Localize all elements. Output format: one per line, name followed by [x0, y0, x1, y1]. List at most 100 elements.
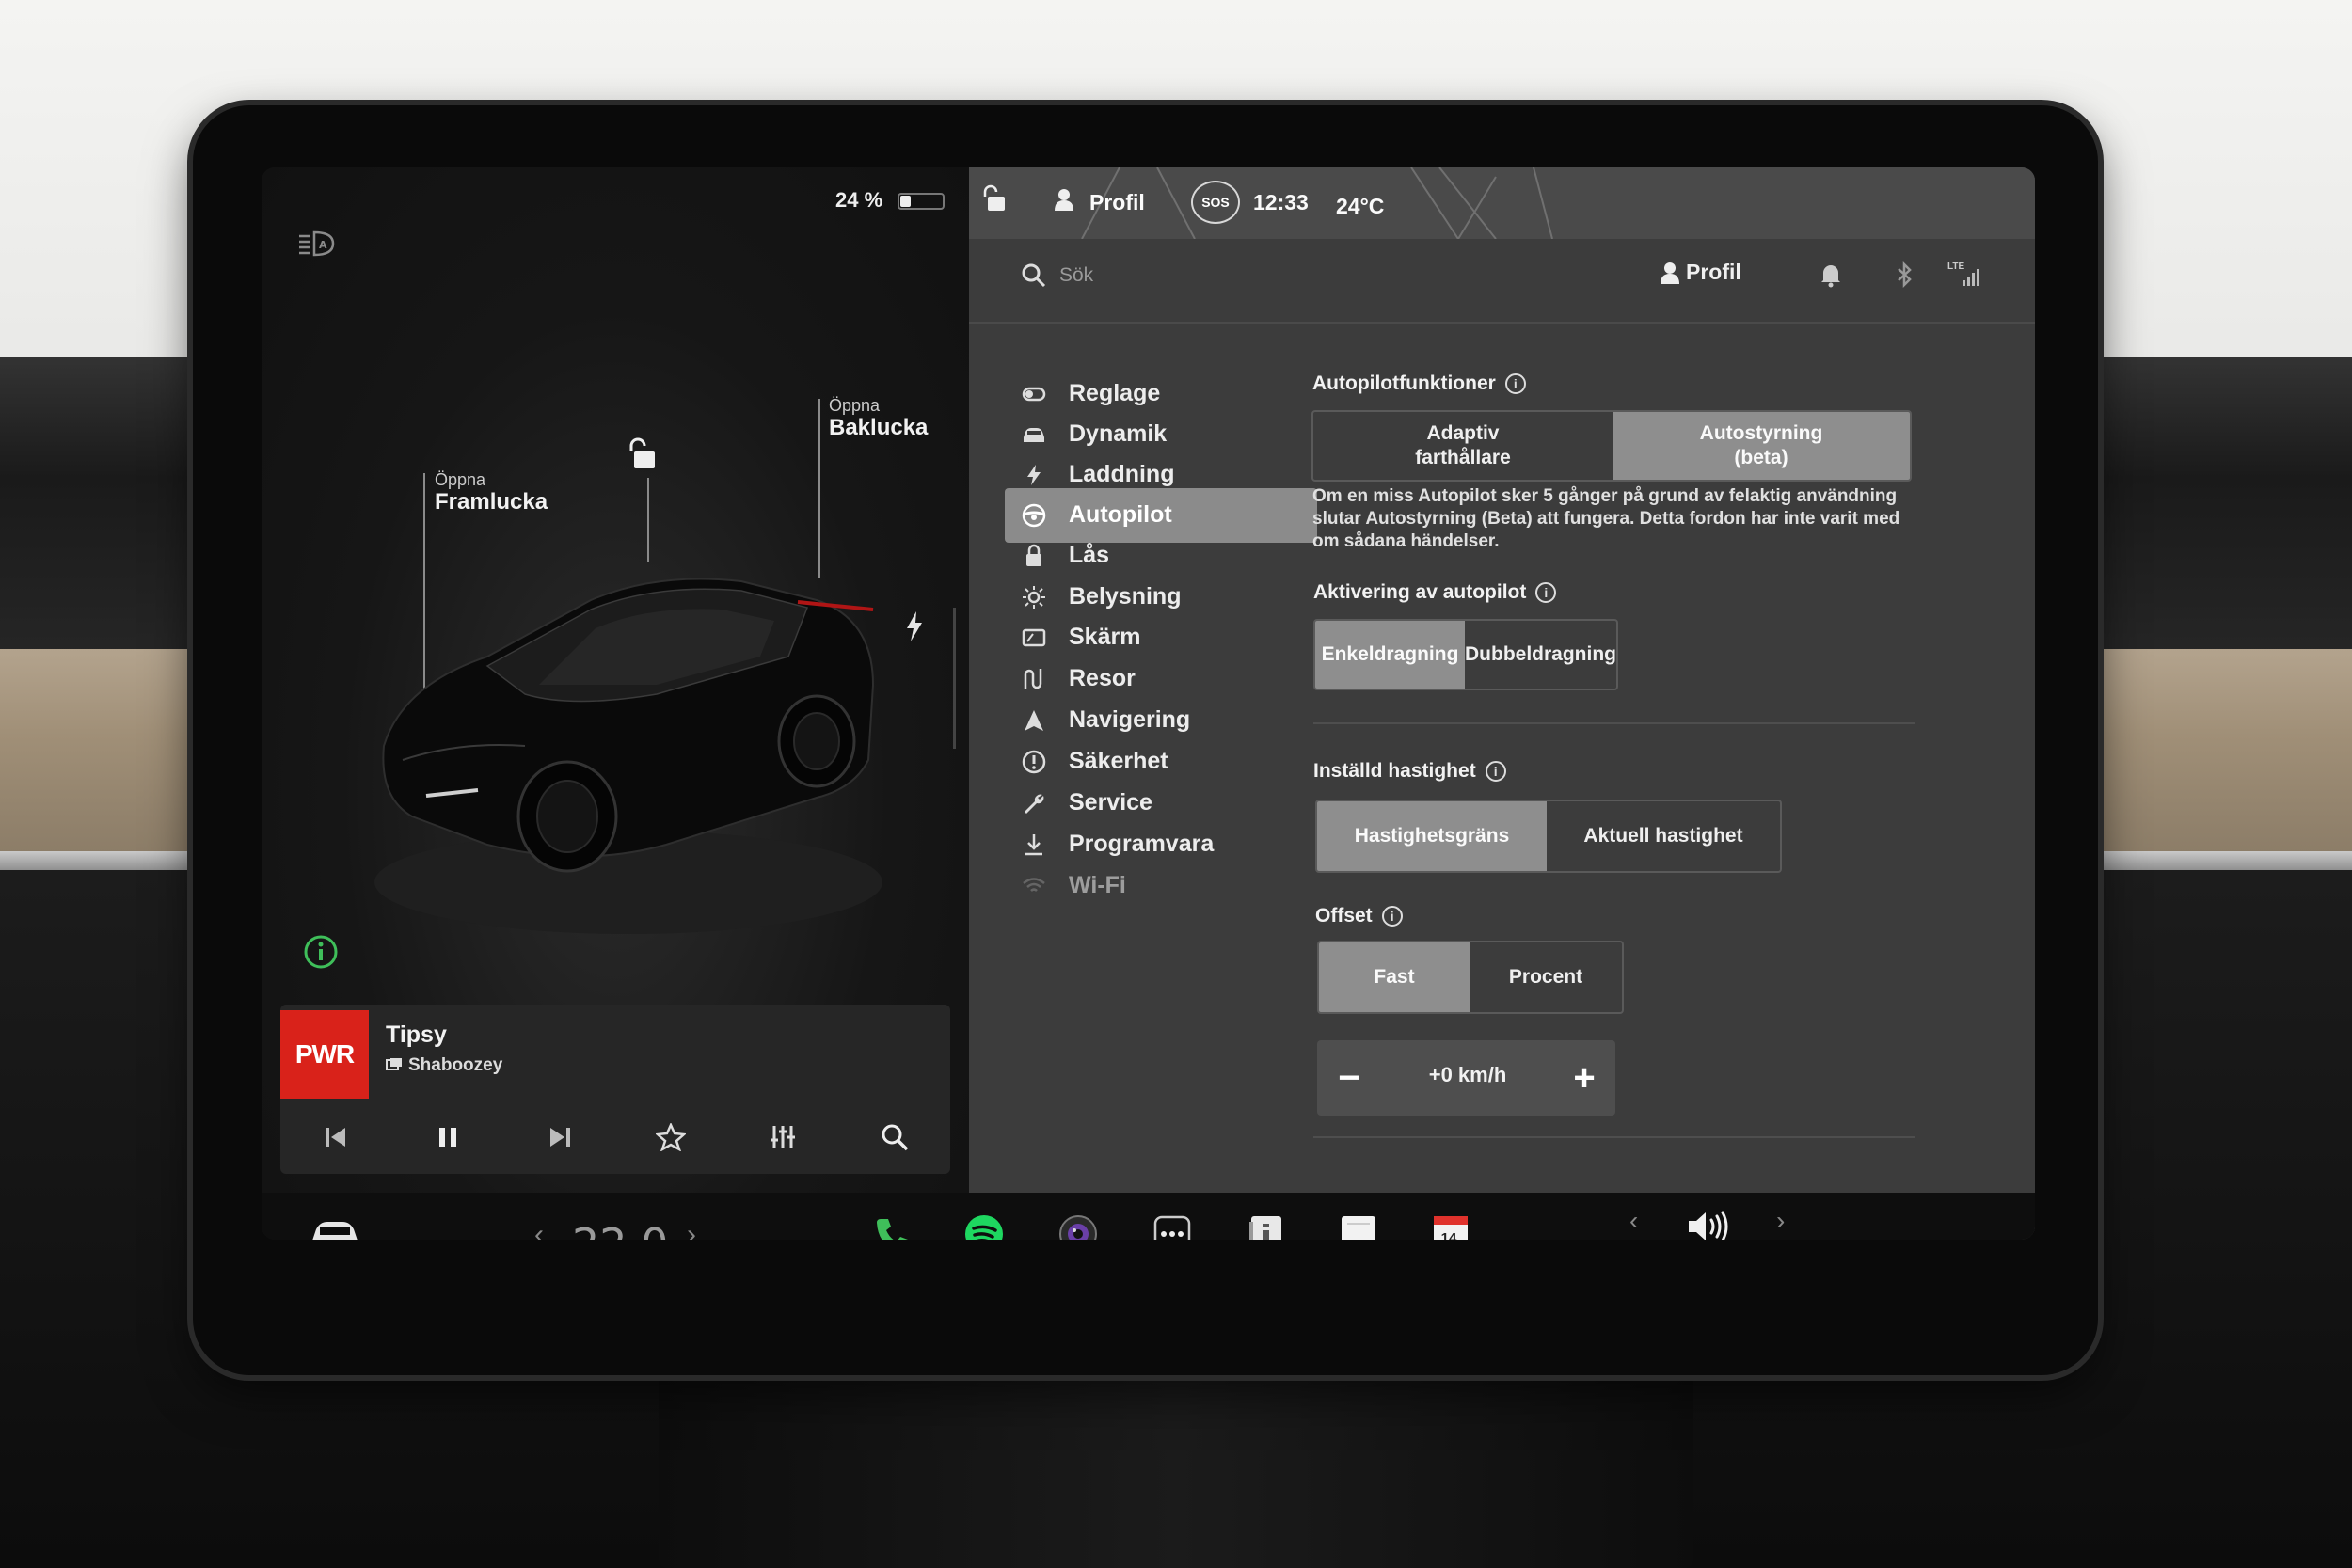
features-info-icon[interactable]: i: [1504, 373, 1526, 395]
search-input[interactable]: [1059, 258, 1530, 293]
spotify-icon[interactable]: [963, 1213, 1005, 1240]
volume-up-chevron[interactable]: ›: [1776, 1206, 1785, 1236]
menu-item-label: Lås: [1069, 542, 1110, 568]
speed-limit-option[interactable]: Hastighetsgräns: [1317, 801, 1548, 871]
temp-down-chevron[interactable]: ‹: [534, 1219, 544, 1240]
set-speed-selector: Hastighetsgräns Aktuell hastighet: [1315, 800, 1782, 873]
download-icon: [1022, 832, 1046, 857]
autosteer-beta-option[interactable]: Autostyrning (beta): [1613, 412, 1910, 480]
phone-icon[interactable]: [871, 1213, 913, 1240]
menu-item-label: Dynamik: [1069, 420, 1168, 447]
set-speed-title: Inställd hastighet i: [1313, 760, 1506, 783]
current-speed-option[interactable]: Aktuell hastighet: [1547, 801, 1780, 871]
equalizer-icon[interactable]: [764, 1118, 802, 1156]
trunk-action-label: Öppna: [829, 396, 881, 415]
previous-track-icon[interactable]: [317, 1118, 355, 1156]
track-artist: Shaboozey: [408, 1055, 503, 1075]
offset-stepper: − +0 km/h +: [1317, 1040, 1615, 1116]
frunk-button[interactable]: Framlucka: [435, 489, 548, 515]
calendar-icon[interactable]: 14: [1430, 1213, 1471, 1240]
menu-item-wi-fi[interactable]: Wi-Fi: [1005, 859, 1317, 913]
volume-down-chevron[interactable]: ‹: [1629, 1206, 1638, 1236]
bluetooth-icon[interactable]: [1893, 261, 1915, 289]
increase-offset-button[interactable]: +: [1564, 1057, 1605, 1099]
toggle-icon: [1022, 382, 1046, 406]
activation-title-text: Aktivering av autopilot: [1313, 581, 1527, 603]
menu-item-label: Belysning: [1069, 583, 1182, 610]
wrench-icon: [1022, 791, 1046, 816]
menu-item-label: Laddning: [1069, 461, 1175, 487]
offset-percent-option[interactable]: Procent: [1470, 942, 1622, 1012]
settings-search-bar: Profil LTE: [969, 241, 2035, 324]
favorite-star-icon[interactable]: [652, 1118, 690, 1156]
offset-title: Offset i: [1315, 905, 1403, 927]
menu-item-label: Säkerhet: [1069, 748, 1168, 774]
media-player: PWR Tipsy Shaboozey: [280, 1005, 950, 1174]
artist-source-icon: [386, 1057, 403, 1070]
header-unlock-icon[interactable]: [982, 184, 1007, 213]
more-apps-icon[interactable]: [1152, 1213, 1193, 1240]
adaptive-cruise-option[interactable]: Adaptiv farthållare: [1313, 412, 1613, 480]
double-pull-option[interactable]: Dubbeldragning: [1465, 621, 1616, 689]
menu-item-label: Resor: [1069, 665, 1136, 691]
menu-item-label: Autopilot: [1069, 501, 1172, 528]
autopilot-strike-description: Om en miss Autopilot sker 5 gånger på gr…: [1312, 486, 1900, 551]
offset-fixed-option[interactable]: Fast: [1319, 942, 1470, 1012]
auto-headlights-icon[interactable]: A: [297, 230, 337, 258]
header-profile-label[interactable]: Profil: [1089, 190, 1145, 215]
offset-value: +0 km/h: [1428, 1063, 1507, 1086]
camera-app-icon[interactable]: [1057, 1213, 1099, 1240]
activation-info-icon[interactable]: i: [1535, 582, 1557, 604]
battery-bar: [898, 193, 945, 210]
menu-item-label: Reglage: [1069, 380, 1161, 406]
touchscreen: A 24 % Öppna Framlucka Öppna Baklucka PW…: [262, 167, 2035, 1240]
sun-icon: [1022, 585, 1046, 610]
track-title: Tipsy: [386, 1022, 447, 1048]
car-panel-scroll-divider: [953, 608, 956, 749]
next-track-icon[interactable]: [541, 1118, 579, 1156]
menu-item-label: Service: [1069, 789, 1152, 816]
header-profile-icon[interactable]: [1054, 188, 1074, 211]
steering-wheel-icon: [1022, 503, 1046, 528]
activation-selector: Enkeldragning Dubbeldragning: [1313, 619, 1618, 690]
pause-icon[interactable]: [429, 1118, 467, 1156]
screen-stand: [659, 1345, 1693, 1568]
lte-signal-icon: LTE: [1947, 261, 1985, 288]
frunk-action-label: Öppna: [435, 470, 486, 489]
search-icon[interactable]: [1022, 263, 1046, 288]
info-icon[interactable]: [303, 934, 339, 970]
single-pull-option[interactable]: Enkeldragning: [1315, 621, 1465, 689]
car-model-image: [346, 544, 911, 939]
offset-info-icon[interactable]: i: [1381, 906, 1403, 927]
unlock-icon[interactable]: [627, 436, 660, 470]
manual-icon[interactable]: [1246, 1213, 1287, 1240]
profile-button[interactable]: Profil: [1686, 260, 1741, 285]
car-panel: A 24 % Öppna Framlucka Öppna Baklucka PW…: [262, 167, 969, 1240]
temp-up-chevron[interactable]: ›: [687, 1219, 696, 1240]
sos-icon[interactable]: SOS: [1191, 181, 1240, 224]
media-search-icon[interactable]: [876, 1118, 914, 1156]
notification-bell-icon[interactable]: [1820, 261, 1842, 288]
menu-item-label: Skärm: [1069, 624, 1141, 650]
svg-text:A: A: [319, 239, 327, 251]
notes-icon[interactable]: [1338, 1213, 1379, 1240]
decrease-offset-button[interactable]: −: [1328, 1057, 1370, 1099]
autopilot-features-title: Autopilotfunktioner i: [1312, 372, 1526, 395]
set-speed-info-icon[interactable]: i: [1485, 761, 1506, 783]
trunk-button[interactable]: Baklucka: [829, 415, 928, 441]
bolt-icon: [1022, 463, 1046, 487]
display-icon: [1022, 626, 1046, 650]
map-strip: Profil SOS 12:33 24°C: [969, 167, 2035, 239]
section-divider-2: [1313, 1136, 1915, 1138]
volume-icon[interactable]: [1684, 1206, 1733, 1240]
clock: 12:33: [1253, 190, 1309, 214]
menu-item-label: Wi-Fi: [1069, 872, 1126, 898]
album-art[interactable]: PWR: [280, 1010, 369, 1099]
car-icon: [1022, 422, 1046, 447]
profile-icon[interactable]: [1660, 261, 1680, 284]
section-divider-1: [1313, 722, 1915, 724]
calendar-day: 14: [1440, 1230, 1457, 1240]
navigation-icon: [1022, 708, 1046, 733]
cabin-temperature[interactable]: 22.0: [572, 1219, 668, 1240]
car-settings-icon[interactable]: [309, 1213, 361, 1240]
